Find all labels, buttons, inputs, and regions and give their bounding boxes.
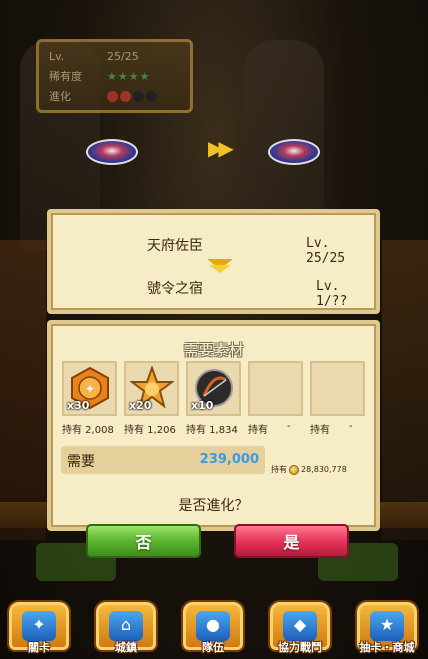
material-owned-dash: - [349,421,353,432]
level-value: 25/25 [107,49,139,63]
nav-item-coop-battle[interactable]: ◆ 協力戰鬥 [265,598,335,659]
evolve-orbs [107,90,159,103]
gold-owned-value: 28,830,778 [301,465,347,474]
nav-glyph: ✦ [32,615,46,634]
evolve-confirm-question: 是否進化？ [178,498,249,514]
evolve-orb-icon [133,91,144,102]
nav-glyph: ● [206,615,220,634]
nav-item-stage[interactable]: ✦ 關卡 [4,598,74,659]
evolved-item-disc-icon [268,139,320,165]
cost-label: 需要 [67,454,95,470]
gold-coin-icon [289,464,299,475]
gold-owned: 持有 28,830,778 [271,464,347,475]
gold-owned-label: 持有 [271,465,287,474]
to-item-name: 號令之宿 [147,281,203,297]
stage-map-icon: ✦ [22,611,56,641]
bottom-nav: ✦ 關卡 ⌂ 城鎮 ● 隊伍 ◆ 協力戰鬥 ★ 抽卡・商城 [0,598,428,659]
cost-value: 239,000 [199,452,259,467]
background-decoration-right [382,240,428,540]
nav-item-gacha-shop[interactable]: ★ 抽卡・商城 [352,598,422,659]
level-row: Lv. 25/25 [49,46,180,66]
material-owned: 持有 1,206 [124,425,176,436]
material-owned: 持有 [310,425,330,436]
from-item-name: 天府佐臣 [147,238,203,254]
svg-text:✦: ✦ [85,382,95,396]
materials-title: 需要素材 [183,341,244,359]
rarity-label: 稀有度 [49,70,82,83]
from-item-level: Lv. 25/25 [306,236,346,266]
nav-glyph: ★ [379,615,395,634]
material-count: x30 [67,399,90,412]
nav-label: 關卡 [28,641,50,654]
gacha-star-icon: ★ [370,611,404,641]
evolve-label: 進化 [49,90,71,103]
no-button[interactable]: 否 [86,524,201,558]
material-slot-5-empty [310,361,365,416]
evolve-orb-icon [120,91,131,102]
gold-cost-box: 需要 239,000 [61,446,265,474]
material-owned: 持有 [248,425,268,436]
yes-button[interactable]: 是 [234,524,349,558]
nav-item-team[interactable]: ● 隊伍 [178,598,248,659]
materials-panel: 需要素材 ✦ x30 x20 x10 持有 2,008 持有 1,206 持有 … [47,320,380,531]
nav-glyph: ◆ [293,615,307,634]
rarity-stars: ★★★★ [107,69,151,83]
material-slot-2[interactable]: x20 [124,361,179,416]
evolution-panel: 天府佐臣 Lv. 25/25 號令之宿 Lv. 1/?? [47,209,380,314]
rarity-row: 稀有度 ★★★★ [49,66,180,86]
item-info-card: Lv. 25/25 稀有度 ★★★★ 進化 [36,39,193,113]
coop-battle-shield-icon: ◆ [283,611,317,641]
evolve-orb-icon [107,91,118,102]
material-slot-1[interactable]: ✦ x30 [62,361,117,416]
material-count: x20 [129,399,152,412]
nav-label: 協力戰鬥 [278,641,322,654]
double-arrow-icon: ▶▶ [208,136,234,160]
team-group-icon: ● [196,611,230,641]
evolve-arrow-inner-icon [209,265,231,273]
material-count: x10 [191,399,214,412]
material-slot-4-empty [248,361,303,416]
nav-label: 隊伍 [202,641,224,654]
evolve-orb-icon [146,91,157,102]
evolve-row: 進化 [49,86,180,106]
town-cart-icon: ⌂ [109,611,143,641]
nav-label: 抽卡・商城 [359,641,415,654]
material-owned: 持有 1,834 [186,425,238,436]
to-item-level: Lv. 1/?? [316,279,348,309]
level-label: Lv. [49,49,65,63]
nav-glyph: ⌂ [120,615,132,634]
material-slot-3[interactable]: x10 [186,361,241,416]
background-decoration-left [0,240,46,540]
nav-label: 城鎮 [115,641,137,654]
nav-item-town[interactable]: ⌂ 城鎮 [91,598,161,659]
material-owned: 持有 2,008 [62,425,114,436]
material-owned-dash: - [287,421,291,432]
current-item-disc-icon [86,139,138,165]
